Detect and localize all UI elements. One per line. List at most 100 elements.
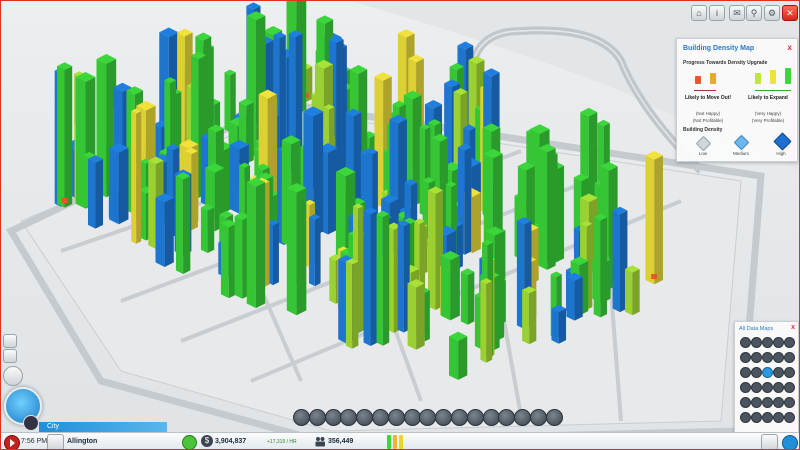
building-tower[interactable] [200,204,215,254]
commercial-demand-bar[interactable] [393,435,397,449]
happiness-map-icon[interactable] [751,367,762,378]
tourism-map-icon[interactable] [740,382,751,393]
coal-map-icon[interactable] [751,397,762,408]
sewage-tool-icon[interactable] [356,409,374,426]
radiation-map-icon[interactable] [784,382,795,393]
building-tower[interactable] [246,177,266,309]
ore-map-icon[interactable] [762,397,773,408]
wealth-map-icon[interactable] [740,367,751,378]
fire-tool-icon[interactable] [403,409,421,426]
layers-button[interactable] [3,349,17,363]
building-tower[interactable] [449,331,468,380]
city-name[interactable]: Allington [67,438,97,445]
water-map-icon[interactable] [751,337,762,348]
wind-map-icon[interactable] [740,397,751,408]
air-map-icon[interactable] [762,382,773,393]
building-tower[interactable] [440,250,460,321]
building-tower[interactable] [624,265,640,316]
building-tower[interactable] [522,286,537,345]
population-value[interactable]: 356,449 [328,438,353,445]
garbage-map-icon[interactable] [773,337,784,348]
play-pause-button[interactable] [4,435,20,449]
building-tower[interactable] [593,213,608,318]
sewage-map-icon[interactable] [762,337,773,348]
fire-map-icon[interactable] [784,337,795,348]
info-icon[interactable]: i [709,5,725,21]
building-tower[interactable] [376,210,390,346]
map-3-map-icon[interactable] [751,412,762,423]
education-tool-icon[interactable] [451,409,468,426]
left-label: Likely to Move Out! [684,95,732,101]
land-value-map-icon[interactable] [784,352,795,363]
industrial-demand-bar[interactable] [399,435,403,449]
density-map-icon[interactable] [762,367,773,378]
traffic-map-icon[interactable] [773,367,784,378]
building-tower[interactable] [566,272,583,321]
speed-button[interactable] [47,434,64,449]
crime-map-icon[interactable] [762,352,773,363]
regions-button[interactable] [3,366,23,386]
water-tool-icon[interactable] [340,409,358,426]
search-icon[interactable]: ⚲ [746,5,762,21]
map-4-map-icon[interactable] [762,412,773,423]
bulldoze-tool-icon[interactable] [514,409,532,426]
disaster-tool-icon[interactable] [545,409,563,426]
settings-icon[interactable]: ⚙ [764,5,780,21]
building-tower[interactable] [460,268,475,325]
government-tool-icon[interactable] [387,409,405,426]
stack-icon[interactable] [782,435,798,449]
building-tower[interactable] [538,143,556,270]
power-map-icon[interactable] [740,337,751,348]
parks-tool-icon[interactable] [482,409,500,426]
building-tower[interactable] [286,183,307,316]
building-tower[interactable] [57,62,73,208]
map-6-map-icon[interactable] [784,412,795,423]
road-tool-icon[interactable] [293,409,310,426]
transit-map-icon[interactable] [784,367,795,378]
unhappy-building-marker[interactable] [61,197,68,203]
building-tower[interactable] [551,304,567,344]
building-tower[interactable] [131,108,142,244]
power-tool-icon[interactable] [324,409,342,426]
notifications-button[interactable] [761,434,778,449]
unhappy-building-marker[interactable] [651,274,658,280]
education-map-icon[interactable] [773,352,784,363]
building-tower[interactable] [175,172,191,275]
map-1-map-icon[interactable] [784,397,795,408]
transport-tool-icon[interactable] [466,409,484,426]
map-5-map-icon[interactable] [773,412,784,423]
landmark-tool-icon[interactable] [498,409,516,426]
chat-icon[interactable]: ✉ [729,5,745,21]
health-map-icon[interactable] [740,352,751,363]
home-icon[interactable]: ⌂ [691,5,707,21]
police-map-icon[interactable] [751,352,762,363]
happiness-icon[interactable] [182,435,197,449]
building-tower[interactable] [220,219,237,299]
map-2-map-icon[interactable] [740,412,751,423]
building-tower[interactable] [155,193,174,267]
building-tower[interactable] [480,278,493,363]
shield-icon[interactable] [23,415,39,431]
oil-map-icon[interactable] [773,397,784,408]
funds-value[interactable]: 3,904,837 [215,438,246,445]
close-icon[interactable]: ✕ [782,5,798,21]
ground-map-icon[interactable] [773,382,784,393]
city-tab[interactable]: City [39,422,167,432]
building-tower[interactable] [87,155,104,229]
pollution-map-icon[interactable] [751,382,762,393]
building-tower[interactable] [407,279,425,350]
health-tool-icon[interactable] [419,409,437,426]
zoom-button[interactable] [3,334,17,348]
police-tool-icon[interactable] [435,409,453,426]
building-tower[interactable] [309,214,321,287]
panel-close-button[interactable]: x [788,43,792,52]
residential-demand-bar[interactable] [387,435,391,449]
building-tower[interactable] [645,151,663,285]
building-tower[interactable] [109,143,129,225]
data-maps-close-button[interactable]: x [791,324,795,331]
zone-tool-icon[interactable] [308,409,326,426]
garbage-tool-icon[interactable] [372,409,389,426]
building-tower[interactable] [363,207,378,347]
specialization-tool-icon[interactable] [530,409,547,426]
building-tower[interactable] [345,258,359,349]
